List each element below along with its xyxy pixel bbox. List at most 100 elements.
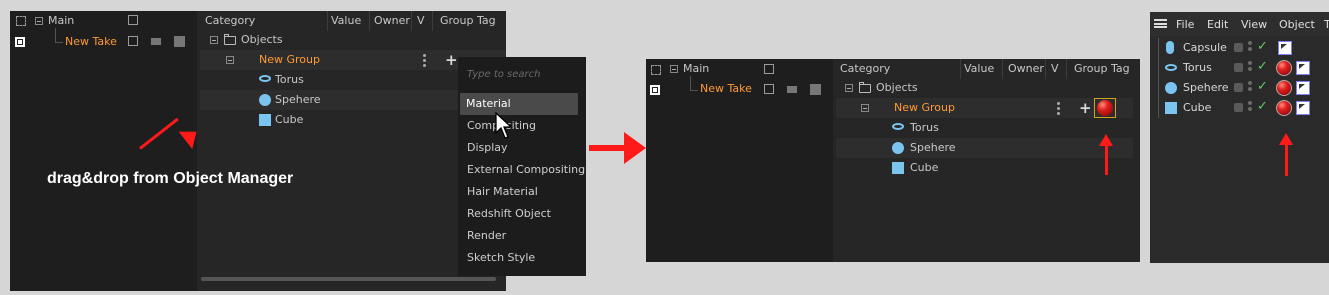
- torus-icon: [892, 123, 904, 130]
- object-label-cube: Cube: [1183, 101, 1212, 114]
- tree-row-sphere[interactable]: Spehere: [836, 138, 1133, 158]
- sphere-label: Spehere: [275, 93, 321, 106]
- collapse-main-icon[interactable]: [35, 17, 43, 25]
- phong-tag-icon[interactable]: [1296, 101, 1310, 115]
- dropdown-item-external-compositing[interactable]: External Compositing: [461, 159, 591, 181]
- column-header-owner[interactable]: Owner: [374, 11, 410, 31]
- material-tag-icon[interactable]: [1276, 60, 1292, 76]
- menu-edit[interactable]: Edit: [1207, 18, 1228, 31]
- menu-view[interactable]: View: [1241, 18, 1267, 31]
- cube-label: Cube: [910, 161, 939, 174]
- phong-tag-icon[interactable]: [1278, 41, 1292, 55]
- material-tag-icon[interactable]: [1276, 80, 1292, 96]
- column-header-owner[interactable]: Owner: [1008, 59, 1044, 79]
- enabled-check-icon[interactable]: ✓: [1257, 80, 1268, 93]
- enabled-check-icon[interactable]: ✓: [1257, 40, 1268, 53]
- column-header-group-tag[interactable]: Group Tag: [440, 11, 496, 31]
- collapse-objects-icon[interactable]: [210, 36, 218, 44]
- add-tag-icon[interactable]: +: [1079, 101, 1092, 116]
- camera-icon[interactable]: [151, 38, 161, 45]
- collapse-objects-icon[interactable]: [845, 84, 853, 92]
- visibility-dots-icon[interactable]: [1248, 101, 1252, 113]
- enabled-check-icon[interactable]: ✓: [1257, 60, 1268, 73]
- new-take-label[interactable]: New Take: [700, 82, 752, 96]
- dropdown-item-hair-material[interactable]: Hair Material: [461, 181, 591, 203]
- take-main-label[interactable]: Main: [48, 14, 74, 28]
- dropdown-item-redshift-object[interactable]: Redshift Object: [461, 203, 591, 225]
- more-options-icon[interactable]: [1057, 102, 1060, 117]
- transition-arrow-shaft: [589, 145, 627, 151]
- column-header-value[interactable]: Value: [964, 59, 994, 79]
- layer-icon[interactable]: [1234, 43, 1243, 52]
- torus-label: Torus: [910, 121, 939, 134]
- new-take-label[interactable]: New Take: [65, 35, 117, 49]
- mouse-cursor-icon: [495, 112, 513, 139]
- visibility-dots-icon[interactable]: [1248, 81, 1252, 93]
- hamburger-menu-icon[interactable]: [1154, 19, 1167, 28]
- phong-tag-icon[interactable]: [1296, 61, 1310, 75]
- torus-label: Torus: [275, 73, 304, 86]
- camera-icon[interactable]: [787, 86, 797, 93]
- tree-connector: [55, 42, 63, 43]
- object-row-torus[interactable]: Torus ✓: [1150, 58, 1329, 78]
- tree-row-torus[interactable]: Torus: [836, 118, 1133, 138]
- enabled-check-icon[interactable]: ✓: [1257, 100, 1268, 113]
- expand-all-icon[interactable]: [651, 65, 661, 75]
- render-settings-icon[interactable]: [810, 84, 821, 95]
- tree-connector: [690, 90, 698, 91]
- main-take-checkbox[interactable]: [128, 15, 138, 25]
- header-divider: [960, 59, 961, 79]
- collapse-group-icon[interactable]: [861, 104, 869, 112]
- take-manager-panel-2: Main New Take Category Value Owner V Gro…: [646, 59, 1140, 262]
- dropdown-item-material[interactable]: Material: [460, 93, 578, 115]
- visibility-dots-icon[interactable]: [1248, 41, 1252, 53]
- dropdown-item-display[interactable]: Display: [461, 137, 591, 159]
- collapse-main-icon[interactable]: [670, 65, 678, 73]
- column-header-value[interactable]: Value: [331, 11, 361, 31]
- tree-row-objects[interactable]: Objects: [836, 78, 1133, 98]
- horizontal-scrollbar[interactable]: [201, 277, 496, 281]
- layer-icon[interactable]: [1234, 83, 1243, 92]
- menu-tags[interactable]: T: [1324, 18, 1329, 31]
- tag-type-dropdown[interactable]: Type to search Material Compositing Disp…: [458, 57, 586, 276]
- new-take-checkbox[interactable]: [128, 36, 138, 46]
- object-row-cube[interactable]: Cube ✓: [1150, 98, 1329, 118]
- material-tag-icon[interactable]: [1276, 100, 1292, 116]
- expand-all-icon[interactable]: [16, 16, 26, 26]
- take-target-icon[interactable]: [650, 85, 660, 95]
- column-header-v[interactable]: V: [1051, 59, 1059, 79]
- menu-object[interactable]: Object: [1279, 18, 1315, 31]
- dropdown-item-render[interactable]: Render: [461, 225, 591, 247]
- header-divider: [411, 11, 412, 31]
- menu-file[interactable]: File: [1176, 18, 1194, 31]
- tree-row-cube[interactable]: Cube: [836, 158, 1133, 178]
- main-take-checkbox[interactable]: [764, 64, 774, 74]
- render-settings-icon[interactable]: [174, 36, 185, 47]
- more-options-icon[interactable]: [423, 54, 426, 69]
- new-take-checkbox[interactable]: [764, 84, 774, 94]
- take-target-icon[interactable]: [15, 37, 25, 47]
- column-header-group-tag[interactable]: Group Tag: [1074, 59, 1130, 79]
- column-header-v[interactable]: V: [417, 11, 425, 31]
- column-header-category[interactable]: Category: [840, 59, 890, 79]
- object-row-sphere[interactable]: Spehere ✓: [1150, 78, 1329, 98]
- dropdown-search-input[interactable]: Type to search: [467, 68, 541, 82]
- visibility-dots-icon[interactable]: [1248, 61, 1252, 73]
- material-tag-icon[interactable]: [1097, 100, 1113, 116]
- add-tag-icon[interactable]: +: [445, 53, 458, 68]
- object-row-capsule[interactable]: Capsule ✓: [1150, 38, 1329, 118]
- layer-icon[interactable]: [1234, 63, 1243, 72]
- tree-row-new-group[interactable]: New Group +: [836, 98, 1133, 118]
- dropdown-item-compositing[interactable]: Compositing: [461, 115, 591, 137]
- layer-icon[interactable]: [1234, 103, 1243, 112]
- folder-icon: [859, 82, 871, 93]
- column-header-category[interactable]: Category: [205, 11, 255, 31]
- tree-row-objects[interactable]: Objects: [200, 30, 506, 50]
- phong-tag-icon[interactable]: [1296, 81, 1310, 95]
- dropdown-item-sketch-style[interactable]: Sketch Style: [461, 247, 591, 269]
- highlight-arrow-shaft: [1285, 143, 1288, 176]
- header-divider: [1066, 59, 1067, 79]
- take-main-label[interactable]: Main: [683, 62, 709, 76]
- header-divider: [369, 11, 370, 31]
- collapse-group-icon[interactable]: [226, 56, 234, 64]
